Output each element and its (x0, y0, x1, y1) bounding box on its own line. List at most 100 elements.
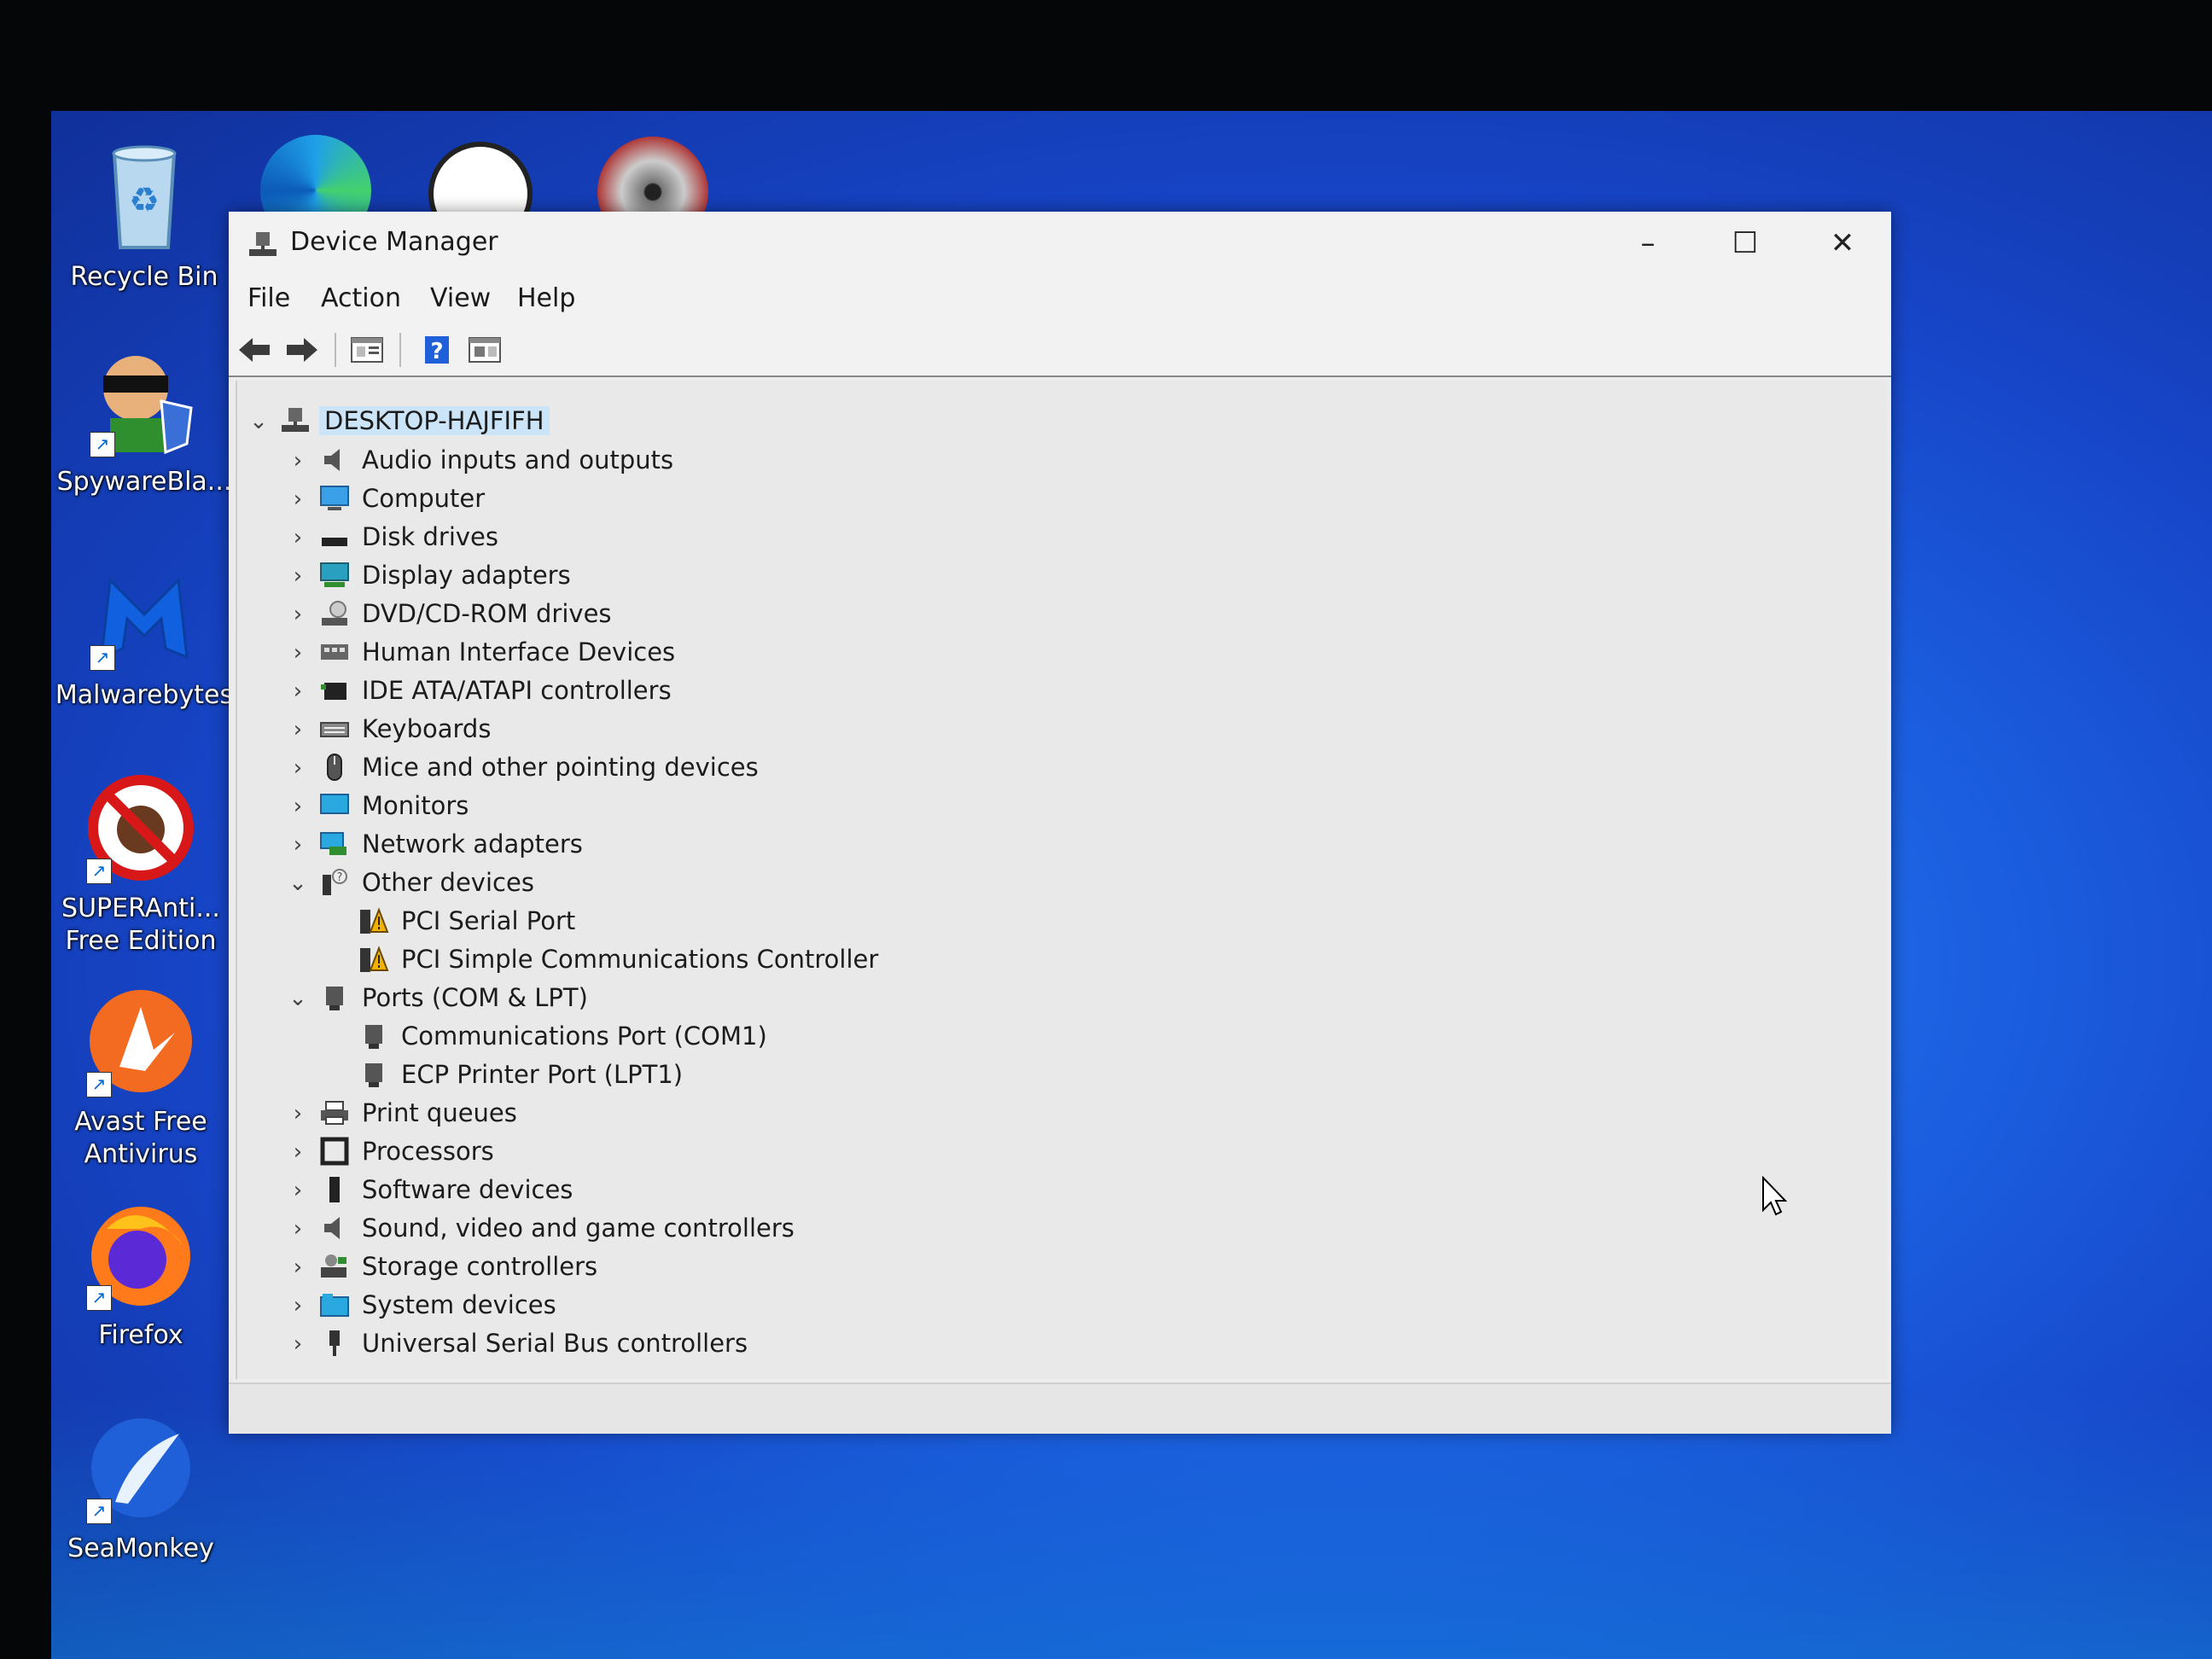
chevron-right-icon[interactable]: › (285, 753, 311, 783)
forward-arrow-icon[interactable] (285, 335, 319, 365)
mouse-icon (319, 753, 350, 782)
tree-item-label: Keyboards (362, 714, 492, 743)
chevron-right-icon[interactable]: › (285, 830, 311, 860)
svg-text:?: ? (337, 871, 343, 884)
desktop-icon-seamonkey[interactable]: ↗ SeaMonkey (51, 1408, 239, 1565)
tree-item-label: System devices (362, 1290, 556, 1319)
chevron-down-icon[interactable]: ⌄ (246, 406, 271, 437)
tree-item-label: Communications Port (COM1) (401, 1022, 767, 1051)
chevron-right-icon[interactable]: › (285, 1137, 311, 1167)
warning-device-icon (358, 945, 389, 974)
firefox-icon: ↗ (81, 1195, 201, 1314)
menu-file[interactable]: File (247, 283, 290, 313)
title-bar[interactable]: Device Manager – ☐ ✕ (229, 212, 1891, 275)
shortcut-arrow-icon: ↗ (86, 1499, 112, 1524)
toolbar: ? (229, 324, 1891, 377)
desktop-icon-superantispyware[interactable]: ↗ SUPERAnti... Free Edition (51, 768, 239, 958)
chevron-right-icon[interactable]: › (285, 637, 311, 668)
desktop-icon-malwarebytes[interactable]: ↗ Malwarebytes (51, 555, 242, 712)
help-icon[interactable]: ? (420, 335, 454, 365)
chevron-right-icon[interactable]: › (285, 676, 311, 707)
chevron-right-icon[interactable]: › (285, 1252, 311, 1283)
shortcut-arrow-icon: ↗ (86, 1072, 112, 1097)
chevron-down-icon[interactable]: ⌄ (285, 868, 311, 899)
chevron-right-icon[interactable]: › (285, 599, 311, 630)
device-manager-app-icon (247, 230, 278, 259)
close-button[interactable]: ✕ (1796, 212, 1889, 275)
chevron-right-icon[interactable]: › (285, 561, 311, 591)
spywareblaster-icon: ↗ (84, 341, 204, 461)
status-bar (229, 1382, 1891, 1434)
properties-icon[interactable] (350, 335, 384, 365)
svg-text:?: ? (430, 339, 443, 364)
chevron-down-icon[interactable]: ⌄ (285, 983, 311, 1014)
keyboard-icon (319, 714, 350, 743)
processor-icon (319, 1137, 350, 1166)
tree-item-label: PCI Serial Port (401, 906, 576, 935)
desktop-icon-label: Avast Free Antivirus (74, 1107, 207, 1169)
tree-item-label: Network adapters (362, 830, 583, 859)
svg-text:♻: ♻ (129, 181, 160, 220)
usb-icon (319, 1329, 350, 1358)
minimize-button[interactable]: – (1601, 212, 1695, 275)
desktop-icon-spywareblaster[interactable]: ↗ SpywareBla... (51, 341, 242, 498)
tree-item-label: Software devices (362, 1175, 573, 1204)
port-icon (319, 983, 350, 1012)
chevron-right-icon[interactable]: › (285, 714, 311, 745)
tree-item-label: Mice and other pointing devices (362, 753, 759, 782)
device-tree: ⌄ DESKTOP-HAJFIFH › Audio inputs and out… (236, 381, 1886, 1379)
display-adapter-icon (319, 561, 350, 590)
tree-item-label: Sound, video and game controllers (362, 1214, 795, 1243)
desktop-icon-label: Malwarebytes (55, 680, 234, 710)
scan-hardware-icon[interactable] (468, 335, 502, 365)
recycle-bin-icon: ♻ (84, 137, 204, 256)
tree-item-label: Computer (362, 484, 486, 513)
chevron-right-icon[interactable]: › (285, 1290, 311, 1321)
chevron-right-icon[interactable]: › (285, 1098, 311, 1129)
desktop-icon-recycle-bin[interactable]: ♻ Recycle Bin (51, 137, 242, 294)
shortcut-arrow-icon: ↗ (90, 645, 115, 671)
menu-view[interactable]: View (430, 283, 491, 313)
desktop-icon-label: Firefox (98, 1320, 183, 1350)
disk-drive-icon (319, 522, 350, 551)
back-arrow-icon[interactable] (237, 335, 271, 365)
maximize-button[interactable]: ☐ (1698, 212, 1792, 275)
tree-root-label: DESKTOP-HAJFIFH (319, 406, 550, 435)
chevron-right-icon[interactable]: › (285, 1175, 311, 1206)
tree-item-label: DVD/CD-ROM drives (362, 599, 612, 628)
unknown-device-icon: ? (319, 868, 350, 897)
tree-item-label: Storage controllers (362, 1252, 598, 1281)
tree-item-label: Audio inputs and outputs (362, 445, 674, 474)
chevron-right-icon[interactable]: › (285, 791, 311, 822)
speaker-icon (319, 1214, 350, 1243)
monitor-icon (319, 484, 350, 513)
speaker-icon (319, 445, 350, 474)
tree-item-label: ECP Printer Port (LPT1) (401, 1060, 684, 1089)
chevron-right-icon[interactable]: › (285, 1214, 311, 1244)
storage-controller-icon (319, 1252, 350, 1281)
chevron-right-icon[interactable]: › (285, 484, 311, 515)
tree-item-label: Disk drives (362, 522, 499, 551)
desktop-icon-label: Recycle Bin (70, 262, 218, 292)
dvd-drive-icon (319, 599, 350, 628)
tree-item-label: Print queues (362, 1098, 517, 1127)
tree-item-label: Human Interface Devices (362, 637, 676, 667)
tree-item-label: Monitors (362, 791, 469, 820)
desktop-icon-label: SeaMonkey (67, 1534, 214, 1563)
menu-bar: File Action View Help (229, 275, 1891, 324)
system-folder-icon (319, 1290, 350, 1319)
tree-item-label: PCI Simple Communications Controller (401, 945, 879, 974)
ide-controller-icon (319, 676, 350, 705)
tree-item-label: Processors (362, 1137, 494, 1166)
chevron-right-icon[interactable]: › (285, 445, 311, 476)
tree-item-label: Other devices (362, 868, 534, 897)
desktop-icon-avast[interactable]: ↗ Avast Free Antivirus (51, 981, 239, 1171)
menu-help[interactable]: Help (517, 283, 575, 313)
seamonkey-icon: ↗ (81, 1408, 201, 1528)
chevron-right-icon[interactable]: › (285, 522, 311, 553)
warning-device-icon (358, 906, 389, 935)
chevron-right-icon[interactable]: › (285, 1329, 311, 1359)
desktop-icon-firefox[interactable]: ↗ Firefox (51, 1195, 239, 1352)
printer-icon (319, 1098, 350, 1127)
menu-action[interactable]: Action (321, 283, 401, 313)
